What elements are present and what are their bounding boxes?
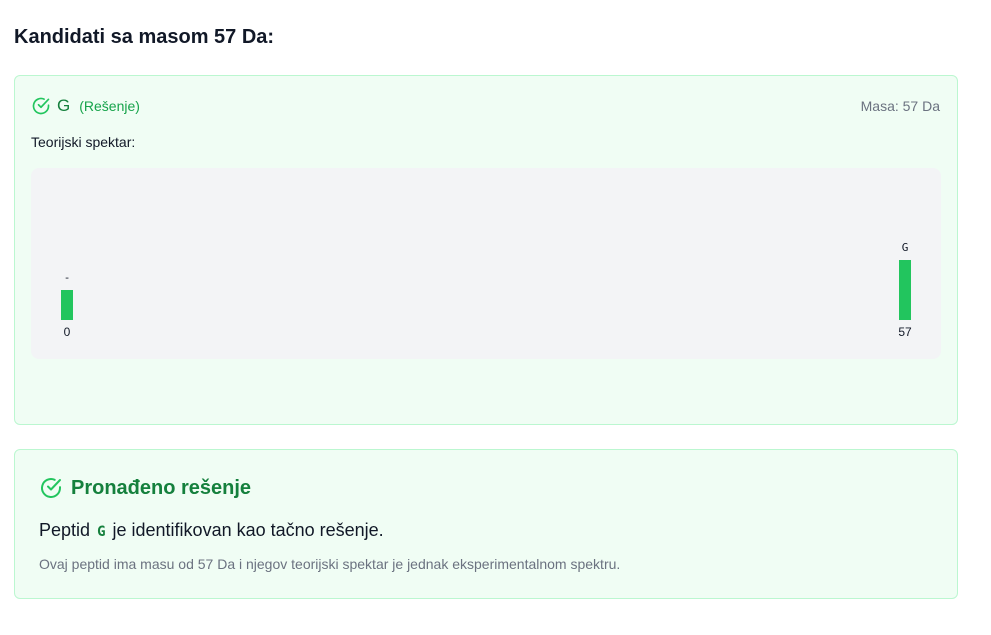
circle-check-icon — [41, 478, 61, 498]
result-text-before: Peptid — [39, 520, 91, 540]
solution-tag: (Rešenje) — [79, 98, 140, 114]
result-header: Pronađeno rešenje — [39, 476, 251, 500]
result-text: Peptid G je identifikovan kao tačno reše… — [39, 520, 384, 541]
x-tick-label: 0 — [63, 325, 71, 339]
result-card: Pronađeno rešenje Peptid G je identifiko… — [14, 449, 958, 599]
x-tick-label: 57 — [898, 325, 912, 339]
spectrum-peak — [899, 260, 911, 320]
peak-label: - — [63, 271, 71, 284]
result-title: Pronađeno rešenje — [71, 476, 252, 499]
candidate-peptide: G — [57, 96, 71, 115]
candidate-header: G (Rešenje) — [31, 96, 140, 116]
result-text-after: je identifikovan kao tačno rešenje. — [112, 520, 384, 540]
page-heading: Kandidati sa masom 57 Da: — [14, 26, 275, 48]
circle-check-icon — [32, 97, 50, 115]
result-peptide: G — [97, 524, 106, 540]
spectrum-chart: - 0 G 57 — [31, 168, 941, 359]
candidate-card: G (Rešenje) Masa: 57 Da Teorijski spekta… — [14, 75, 958, 425]
candidate-mass: Masa: 57 Da — [860, 98, 940, 114]
spectrum-label: Teorijski spektar: — [31, 134, 136, 150]
spectrum-peak — [61, 290, 73, 320]
peak-label: G — [901, 241, 909, 254]
result-subtext: Ovaj peptid ima masu od 57 Da i njegov t… — [39, 556, 621, 572]
